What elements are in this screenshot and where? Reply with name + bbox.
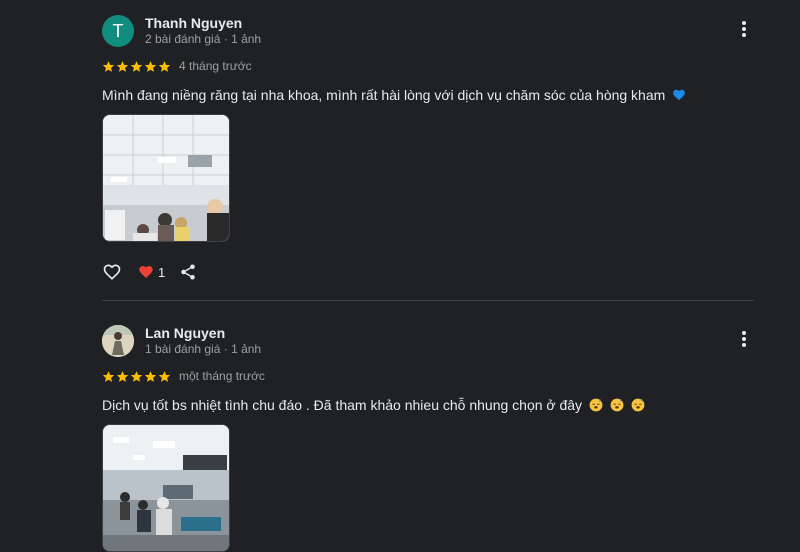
clinic-photo-image bbox=[103, 115, 229, 241]
review-photo[interactable] bbox=[102, 424, 230, 552]
star-icon bbox=[158, 370, 171, 382]
review-text: Dịch vụ tốt bs nhiệt tình chu đáo . Đã t… bbox=[102, 396, 754, 414]
like-count-button[interactable]: 1 bbox=[138, 264, 165, 280]
review-text: Mình đang niềng răng tại nha khoa, mình … bbox=[102, 86, 754, 104]
sleepy-face-icon bbox=[631, 398, 645, 412]
star-icon bbox=[102, 60, 115, 72]
sleepy-face-icon bbox=[589, 398, 603, 412]
review-photo[interactable] bbox=[102, 114, 230, 242]
review-header: T Thanh Nguyen 2 bài đánh giá · 1 ảnh bbox=[102, 15, 754, 49]
review-divider bbox=[102, 300, 754, 301]
blue-heart-icon bbox=[673, 89, 686, 101]
heart-filled-icon bbox=[139, 266, 153, 278]
star-icon bbox=[116, 370, 129, 382]
share-button[interactable] bbox=[179, 263, 197, 281]
star-icon bbox=[116, 60, 129, 72]
sleepy-face-icon bbox=[610, 398, 624, 412]
star-icon bbox=[130, 370, 143, 382]
reviewer-meta: 2 bài đánh giá · 1 ảnh bbox=[145, 32, 262, 46]
star-icon bbox=[144, 60, 157, 72]
review-actions: 1 bbox=[102, 262, 754, 282]
review-header: Lan Nguyen 1 bài đánh giá · 1 ảnh bbox=[102, 325, 754, 359]
share-icon bbox=[181, 264, 195, 280]
star-icon bbox=[130, 60, 143, 72]
avatar[interactable]: T bbox=[102, 15, 134, 47]
star-icon bbox=[102, 370, 115, 382]
like-count: 1 bbox=[158, 264, 166, 280]
review-text-body: Mình đang niềng răng tại nha khoa, mình … bbox=[102, 87, 666, 103]
star-icon bbox=[144, 370, 157, 382]
review-time: 4 tháng trước bbox=[179, 59, 252, 73]
reviewer-name[interactable]: Thanh Nguyen bbox=[145, 15, 242, 31]
star-icon bbox=[158, 60, 171, 72]
star-rating bbox=[102, 60, 171, 73]
clinic-photo-image bbox=[103, 425, 229, 551]
rating-row: một tháng trước bbox=[102, 368, 754, 384]
more-options-icon[interactable] bbox=[740, 331, 748, 351]
review-card: T Thanh Nguyen 2 bài đánh giá · 1 ảnh 4 … bbox=[102, 15, 754, 282]
review-time: một tháng trước bbox=[179, 369, 265, 383]
star-rating bbox=[102, 370, 171, 383]
more-options-icon[interactable] bbox=[740, 21, 748, 41]
review-card: Lan Nguyen 1 bài đánh giá · 1 ảnh một th… bbox=[102, 325, 754, 552]
reviewer-meta: 1 bài đánh giá · 1 ảnh bbox=[145, 342, 262, 356]
avatar[interactable] bbox=[102, 325, 134, 357]
like-button[interactable] bbox=[102, 262, 122, 282]
rating-row: 4 tháng trước bbox=[102, 58, 754, 74]
heart-outline-icon bbox=[103, 264, 121, 280]
avatar-photo-image bbox=[102, 325, 134, 357]
review-text-body: Dịch vụ tốt bs nhiệt tình chu đáo . Đã t… bbox=[102, 397, 583, 413]
reviewer-name[interactable]: Lan Nguyen bbox=[145, 325, 225, 341]
